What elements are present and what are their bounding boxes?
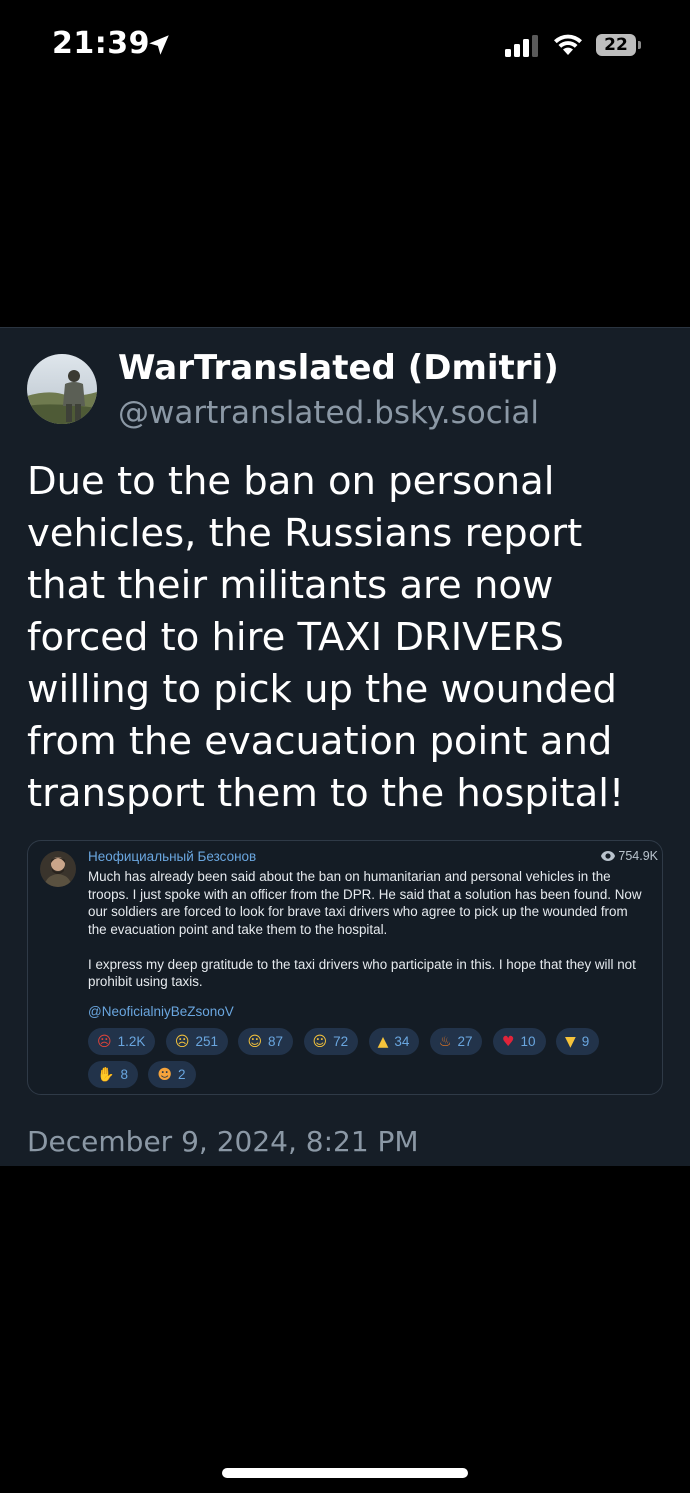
location-arrow-icon	[149, 35, 169, 55]
angry-face-icon: ☹	[97, 1034, 112, 1050]
reaction-count: 87	[268, 1034, 284, 1049]
reaction-count: 10	[520, 1034, 536, 1049]
clapping-hands-icon: ✋	[97, 1067, 115, 1083]
channel-avatar	[40, 851, 76, 887]
thinking-face-icon: ☺	[312, 1034, 328, 1050]
author-name[interactable]: WarTranslated (Dmitri)	[118, 348, 559, 388]
quoted-telegram-post[interactable]: Неофициальный Безсонов 754.9K Much has a…	[27, 840, 663, 1095]
reaction-thumbs-down[interactable]: ▼ 9	[555, 1028, 600, 1055]
post-text: Due to the ban on personal vehicles, the…	[27, 459, 625, 816]
author-photo-icon	[27, 354, 97, 424]
eye-icon	[601, 851, 616, 861]
author-avatar[interactable]	[27, 354, 97, 424]
grinning-face-icon: ☺	[247, 1034, 263, 1050]
cellular-signal-icon	[505, 35, 538, 57]
red-heart-icon: ♥	[501, 1034, 515, 1050]
post-timestamp[interactable]: December 9, 2024, 8:21 PM	[27, 1125, 419, 1158]
fire-icon: ♨	[438, 1034, 452, 1050]
channel-photo-icon	[40, 851, 76, 887]
wifi-icon	[554, 34, 582, 55]
reactions-row: ☹ 1.2K ☹ 251 ☺ 87 ☺ 72 ▲ 34 ♨ 27 ♥ 10 ▼ 9 ✋ 8 ☻ 2	[88, 1028, 648, 1094]
status-bar: 21:39 22	[0, 0, 690, 92]
reaction-angry[interactable]: ☹ 1.2K	[88, 1028, 156, 1055]
post-card[interactable]: WarTranslated (Dmitri) @wartranslated.bs…	[0, 327, 690, 1166]
reaction-fire[interactable]: ♨ 27	[429, 1028, 483, 1055]
view-count-value: 754.9K	[618, 849, 658, 863]
reaction-count: 2	[178, 1067, 186, 1082]
channel-link[interactable]: @NeoficialniyBeZsonoV	[88, 1004, 234, 1019]
reaction-clapping[interactable]: ✋ 8	[88, 1061, 138, 1088]
smiling-face-with-hearts-icon: ☻	[157, 1067, 173, 1083]
reaction-count: 251	[195, 1034, 218, 1049]
quoted-message-text: Much has already been said about the ban…	[88, 868, 644, 1008]
reaction-crying[interactable]: ☹ 251	[165, 1028, 228, 1055]
home-indicator[interactable]	[222, 1468, 468, 1478]
crying-face-icon: ☹	[174, 1034, 190, 1050]
reaction-count: 9	[581, 1034, 590, 1049]
quoted-paragraph-1: Much has already been said about the ban…	[88, 869, 642, 937]
reaction-count: 72	[333, 1034, 349, 1049]
reaction-hearts-face[interactable]: ☻ 2	[148, 1061, 196, 1088]
status-time: 21:39	[52, 26, 150, 61]
reaction-thinking[interactable]: ☺ 72	[303, 1028, 359, 1055]
battery-icon: 22	[596, 34, 642, 58]
reaction-count: 1.2K	[117, 1034, 146, 1049]
view-count: 754.9K	[601, 849, 658, 863]
reaction-count: 27	[457, 1034, 473, 1049]
reaction-count: 8	[120, 1067, 128, 1082]
reaction-count: 34	[394, 1034, 410, 1049]
thumbs-up-icon: ▲	[377, 1034, 389, 1050]
channel-name: Неофициальный Безсонов	[88, 849, 257, 864]
reaction-grinning[interactable]: ☺ 87	[238, 1028, 294, 1055]
reaction-heart[interactable]: ♥ 10	[492, 1028, 546, 1055]
author-handle[interactable]: @wartranslated.bsky.social	[118, 395, 539, 431]
reaction-thumbs-up[interactable]: ▲ 34	[368, 1028, 420, 1055]
quoted-paragraph-2: I express my deep gratitude to the taxi …	[88, 956, 636, 990]
battery-level: 22	[604, 35, 628, 55]
thumbs-down-icon: ▼	[564, 1034, 576, 1050]
